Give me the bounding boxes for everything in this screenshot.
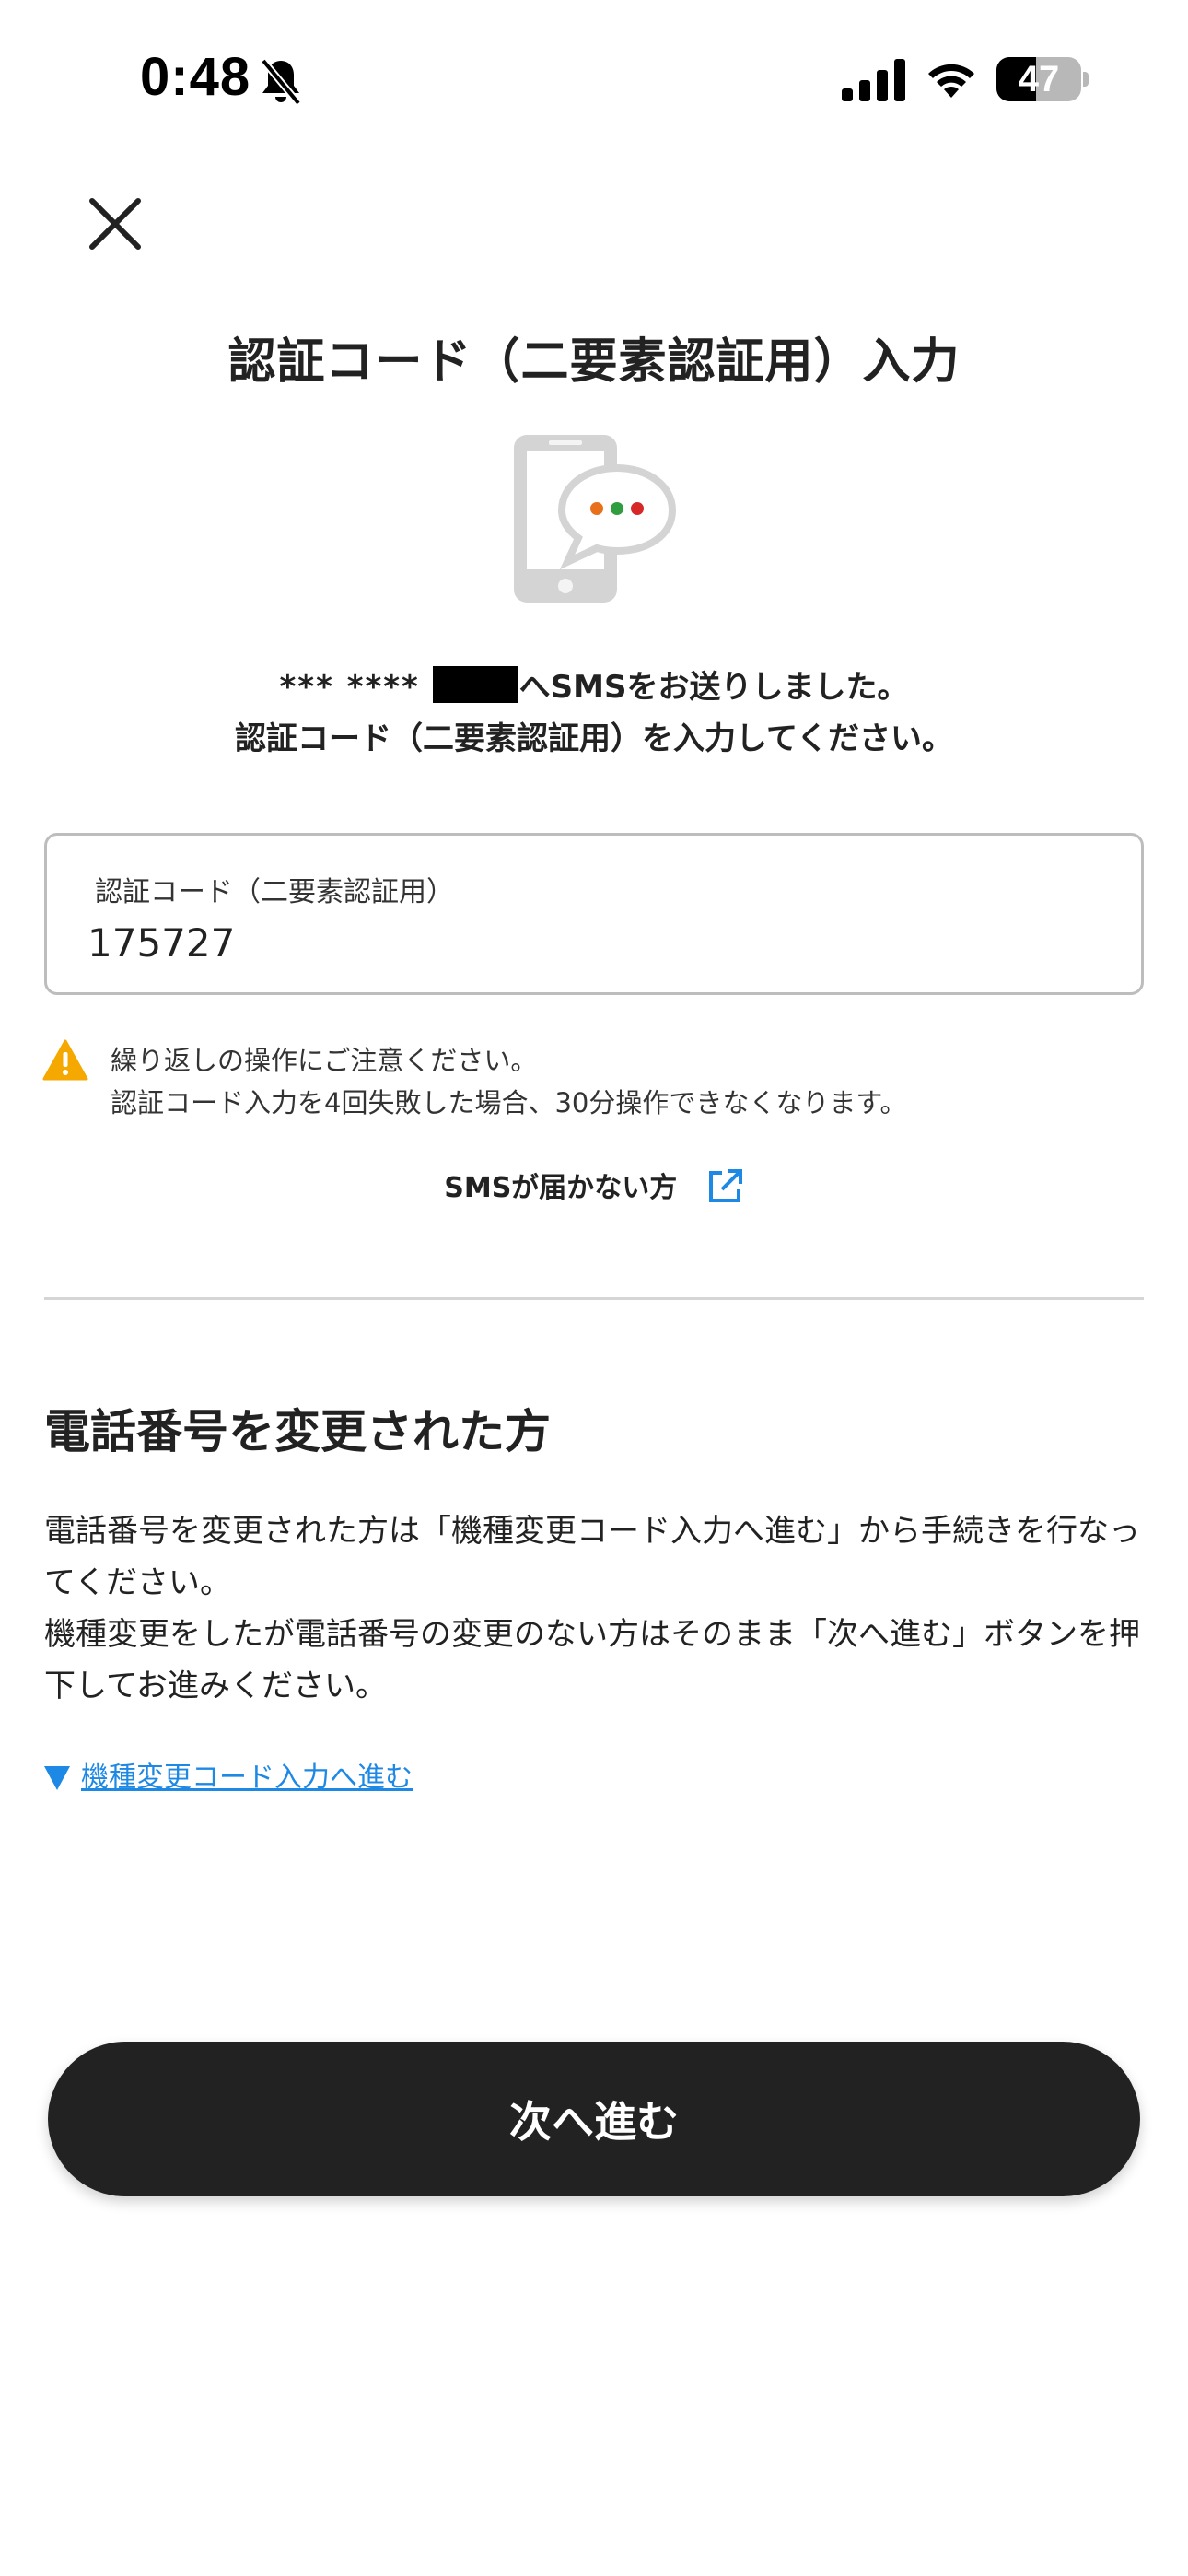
wifi-icon <box>928 64 974 98</box>
redacted-phone-digits <box>432 666 518 703</box>
sms-dot-red <box>631 502 644 515</box>
close-button[interactable] <box>83 192 147 256</box>
battery-level: 47 <box>1018 59 1060 100</box>
close-icon <box>89 198 141 250</box>
status-bar: 0:48 47 <box>0 0 1188 157</box>
device-change-code-label: 機種変更コード入力へ進む <box>81 1762 413 1794</box>
phone-changed-heading: 電話番号を変更された方 <box>44 1405 551 1458</box>
sms-sent-suffix: へSMSをお送りしました。 <box>518 669 909 706</box>
battery-cap <box>1083 72 1089 87</box>
section-divider <box>44 1297 1144 1300</box>
signal-icon <box>842 59 905 101</box>
warning-line2: 認証コード入力を4回失敗した場合、30分操作できなくなります。 <box>111 1087 907 1118</box>
warning-text: 繰り返しの操作にご注意ください。 認証コード入力を4回失敗した場合、30分操作で… <box>111 1039 1142 1124</box>
phone-sms-icon <box>514 435 677 603</box>
masked-phone-number: *** **** <box>279 669 420 706</box>
next-button[interactable]: 次へ進む <box>48 2042 1140 2196</box>
page-title: 認証コード（二要素認証用）入力 <box>227 334 961 390</box>
sms-dot-orange <box>590 502 603 515</box>
sms-sent-line2: 認証コード（二要素認証用）を入力してください。 <box>235 720 953 757</box>
external-link-icon <box>708 1169 742 1202</box>
warning-line1: 繰り返しの操作にご注意ください。 <box>111 1045 538 1076</box>
triangle-down-icon <box>44 1766 70 1790</box>
device-change-code-link[interactable]: 機種変更コード入力へ進む <box>44 1754 413 1795</box>
sms-sent-line1: *** **** へSMSをお送りしました。 <box>0 662 1188 713</box>
battery-body: 47 <box>996 57 1081 101</box>
phone-changed-body: 電話番号を変更された方は「機種変更コード入力へ進む」から手続きを行なってください… <box>44 1505 1149 1712</box>
verification-code-field[interactable]: 認証コード（二要素認証用） <box>44 833 1144 995</box>
sms-sent-message: *** **** へSMSをお送りしました。 認証コード（二要素認証用）を入力し… <box>0 662 1188 765</box>
warning-icon <box>42 1039 88 1081</box>
bell-off-icon <box>260 58 302 106</box>
battery-icon: 47 <box>996 57 1089 101</box>
sms-dot-green <box>611 502 623 515</box>
verification-code-input[interactable] <box>87 917 1101 968</box>
verification-code-label: 認証コード（二要素認証用） <box>95 876 454 908</box>
sms-not-received-link[interactable]: SMSが届かない方 <box>0 1165 1188 1206</box>
sms-not-received-label: SMSが届かない方 <box>444 1172 678 1204</box>
status-time: 0:48 <box>140 47 251 107</box>
phone-changed-paragraph2: 機種変更をしたが電話番号の変更のない方はそのまま「次へ進む」ボタンを押下してお進… <box>44 1616 1140 1704</box>
phone-changed-paragraph1: 電話番号を変更された方は「機種変更コード入力へ進む」から手続きを行なってください… <box>44 1513 1140 1601</box>
screen: 0:48 47 認証コード（二要素認証用）入力 *** **** へSMSをお送… <box>0 0 1188 2576</box>
